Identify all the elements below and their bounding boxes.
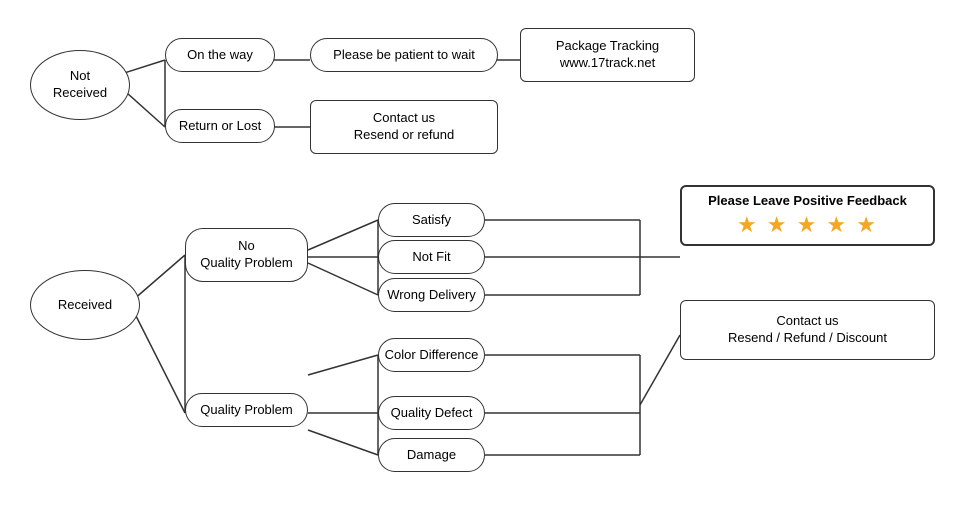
color-difference-node: Color Difference xyxy=(378,338,485,372)
received-label: Received xyxy=(58,297,112,314)
color-difference-label: Color Difference xyxy=(385,347,479,364)
received-node: Received xyxy=(30,270,140,340)
contact-resend-refund-discount-node: Contact us Resend / Refund / Discount xyxy=(680,300,935,360)
contact-resend-refund-label: Contact us Resend or refund xyxy=(354,110,454,144)
package-tracking-node: Package Tracking www.17track.net xyxy=(520,28,695,82)
no-quality-problem-node: No Quality Problem xyxy=(185,228,308,282)
diagram: Not Received On the way Please be patien… xyxy=(0,0,960,513)
return-lost-label: Return or Lost xyxy=(179,118,261,135)
not-fit-label: Not Fit xyxy=(412,249,450,266)
on-the-way-node: On the way xyxy=(165,38,275,72)
quality-defect-node: Quality Defect xyxy=(378,396,485,430)
quality-problem-label: Quality Problem xyxy=(200,402,292,419)
quality-problem-node: Quality Problem xyxy=(185,393,308,427)
not-fit-node: Not Fit xyxy=(378,240,485,274)
wrong-delivery-node: Wrong Delivery xyxy=(378,278,485,312)
please-wait-node: Please be patient to wait xyxy=(310,38,498,72)
contact-resend-refund-discount-label: Contact us Resend / Refund / Discount xyxy=(728,313,887,347)
return-lost-node: Return or Lost xyxy=(165,109,275,143)
feedback-box: Please Leave Positive Feedback ★ ★ ★ ★ ★ xyxy=(680,185,935,246)
package-tracking-label: Package Tracking www.17track.net xyxy=(556,38,659,72)
quality-defect-label: Quality Defect xyxy=(391,405,473,422)
not-received-label: Not Received xyxy=(53,68,107,102)
not-received-node: Not Received xyxy=(30,50,130,120)
wrong-delivery-label: Wrong Delivery xyxy=(387,287,476,304)
satisfy-node: Satisfy xyxy=(378,203,485,237)
stars-display: ★ ★ ★ ★ ★ xyxy=(692,212,923,238)
damage-node: Damage xyxy=(378,438,485,472)
feedback-title: Please Leave Positive Feedback xyxy=(692,193,923,208)
no-quality-problem-label: No Quality Problem xyxy=(200,238,292,272)
please-wait-label: Please be patient to wait xyxy=(333,47,475,64)
satisfy-label: Satisfy xyxy=(412,212,451,229)
damage-label: Damage xyxy=(407,447,456,464)
on-the-way-label: On the way xyxy=(187,47,253,64)
contact-resend-refund-node: Contact us Resend or refund xyxy=(310,100,498,154)
